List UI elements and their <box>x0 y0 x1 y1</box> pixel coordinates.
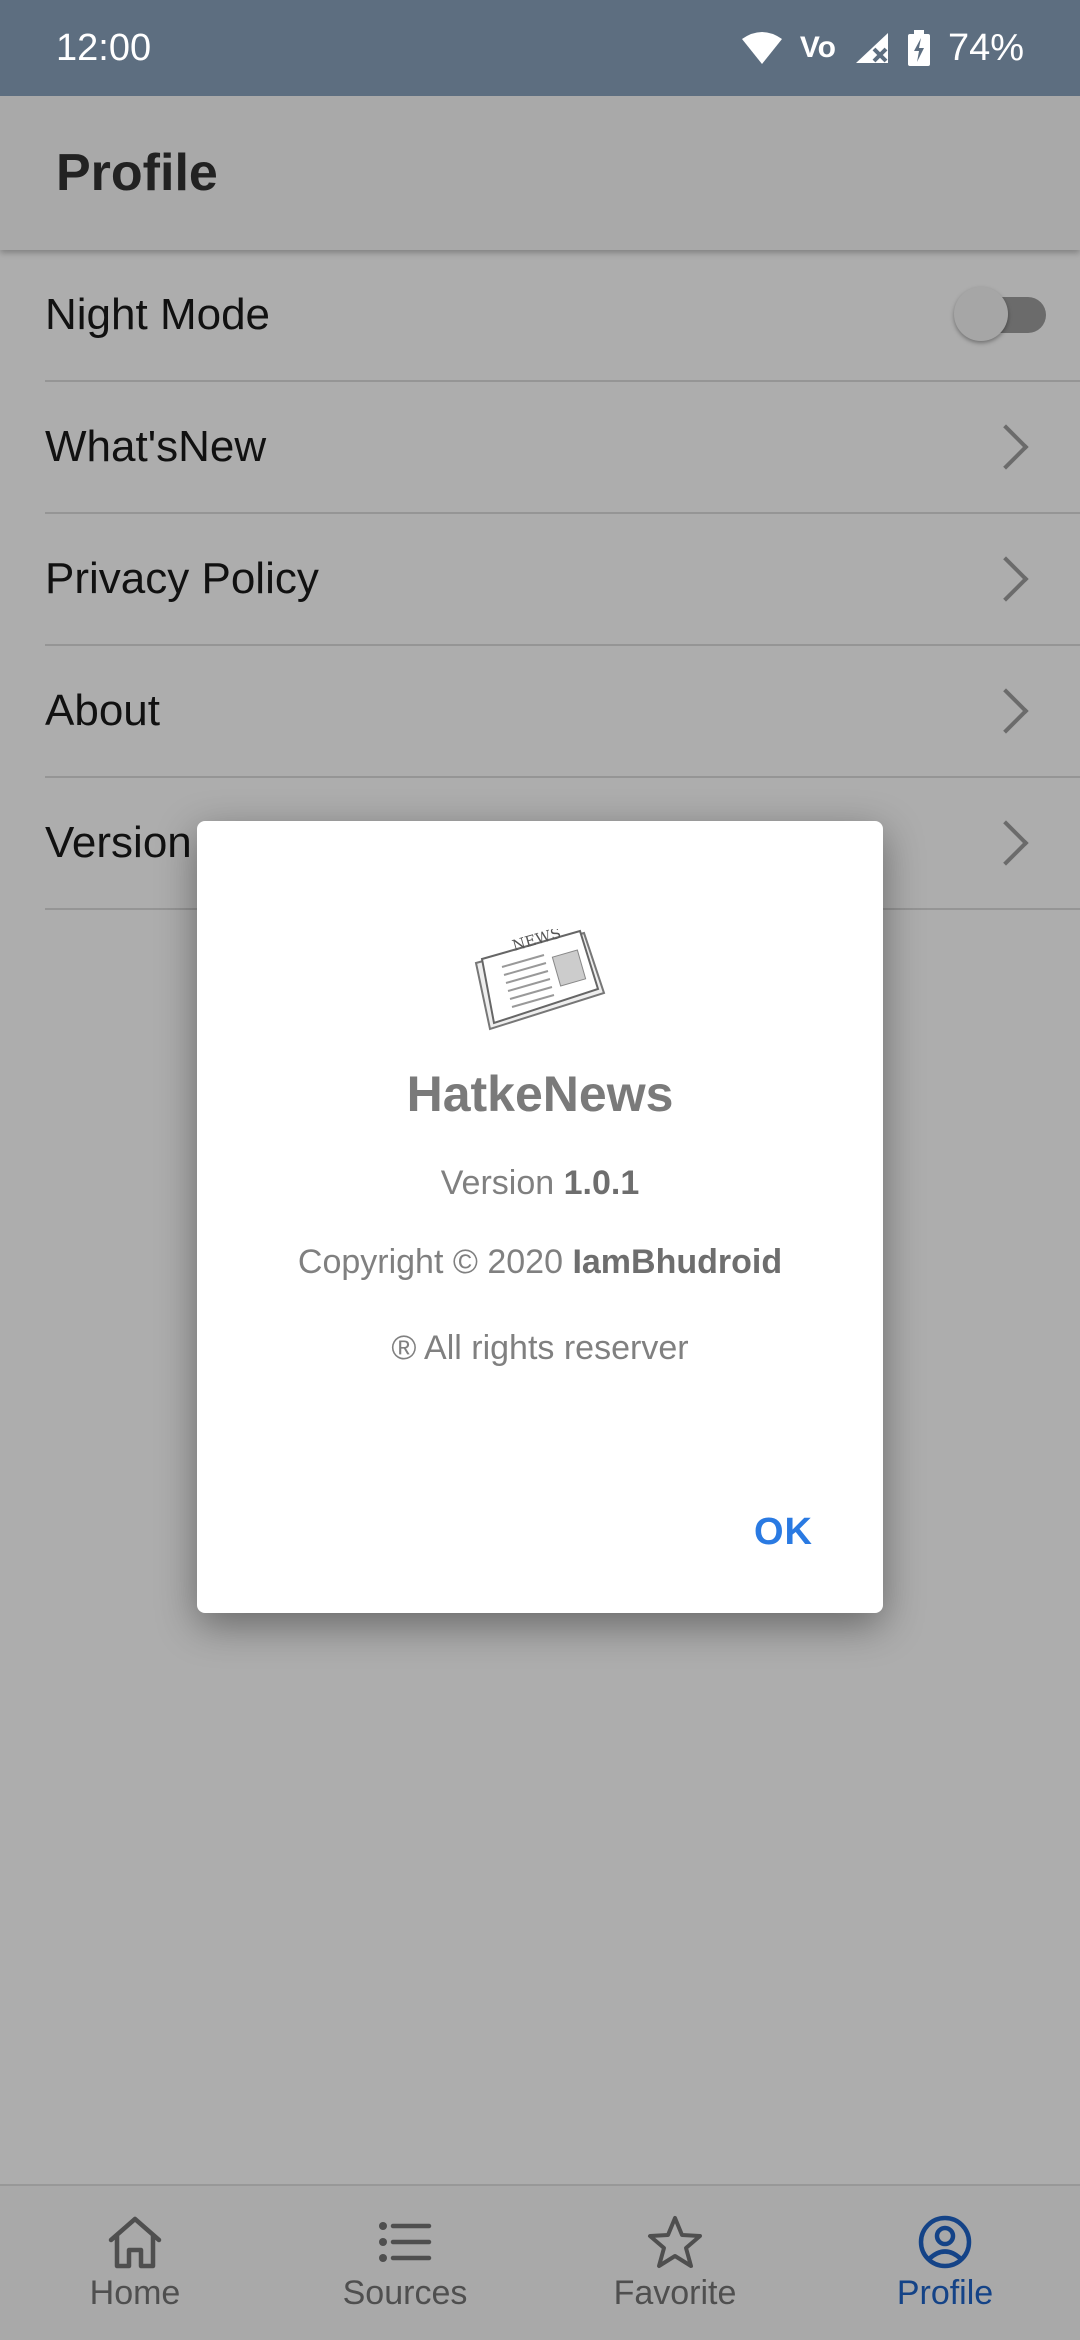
signal-icon <box>855 33 888 63</box>
dialog-title: HatkeNews <box>406 1066 674 1122</box>
copyright-label: Copyright © 2020 <box>297 1243 563 1281</box>
status-bar: 12:00 Vo 74% <box>0 0 1080 96</box>
ok-button[interactable]: OK <box>754 1511 813 1554</box>
battery-charging-icon <box>907 30 930 66</box>
volte-icon: Vo <box>799 31 836 64</box>
version-value: 1.0.1 <box>563 1164 640 1202</box>
version-label: Version <box>440 1164 555 1202</box>
wifi-icon <box>741 32 782 64</box>
newspaper-icon: NEWS <box>474 929 606 1031</box>
rights-text: ® All rights reserver <box>391 1329 689 1367</box>
battery-level: 74% <box>947 26 1024 69</box>
about-dialog: NEWS HatkeNews Version 1.0.1 Copyright ©… <box>197 821 883 1613</box>
version-text: Version 1.0.1 <box>197 1164 883 1203</box>
copyright-owner: IamBhudroid <box>572 1243 783 1281</box>
status-icons: Vo 74% <box>741 26 1024 70</box>
copyright-text: Copyright © 2020 IamBhudroid <box>197 1243 883 1282</box>
status-time: 12:00 <box>56 26 152 69</box>
